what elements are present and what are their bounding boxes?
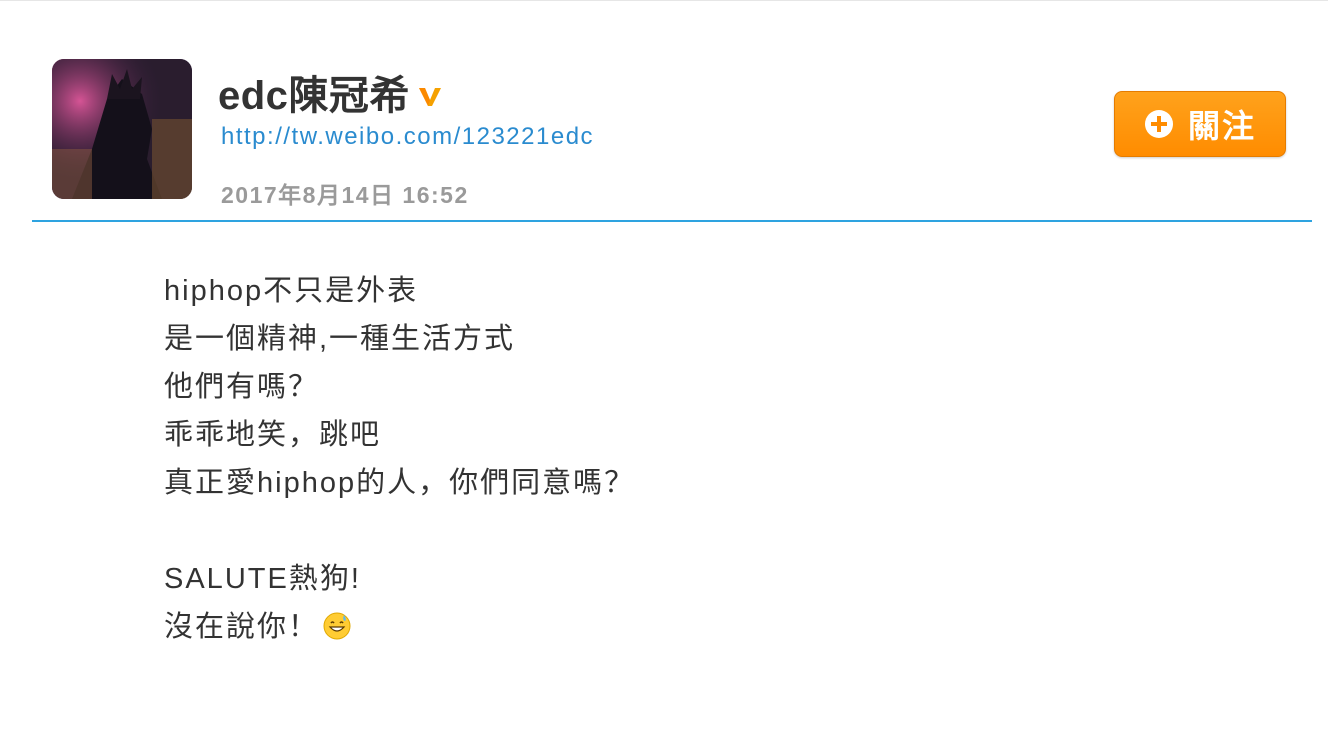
- verified-v-icon: [418, 88, 441, 106]
- plus-circle-icon: [1144, 110, 1173, 138]
- post-timestamp: 2017年8月14日 16:52: [221, 182, 469, 208]
- post-line: SALUTE熱狗!: [164, 563, 361, 595]
- profile-url-link[interactable]: http://tw.weibo.com/123221edc: [221, 123, 594, 151]
- user-name[interactable]: edc陳冠希: [218, 63, 410, 121]
- post-line-text: 沒在說你！: [164, 611, 320, 643]
- post-line: 是一個精神,一種生活方式: [164, 323, 516, 355]
- follow-button-label: 關注: [1187, 108, 1256, 144]
- avatar-image: [52, 59, 192, 199]
- weibo-post-card: edc陳冠希 http://tw.weibo.com/123221edc 201…: [0, 0, 1328, 740]
- avatar[interactable]: [52, 59, 192, 199]
- post-line: 乖乖地笑，跳吧: [164, 419, 382, 451]
- grinning-sweat-emoji-icon: [323, 612, 351, 640]
- post-line-last: 沒在說你！: [164, 603, 1264, 651]
- post-line: hiphop不只是外表: [164, 275, 419, 307]
- post-content: hiphop不只是外表 是一個精神,一種生活方式 他們有嗎？ 乖乖地笑，跳吧 真…: [164, 267, 1264, 651]
- name-row: edc陳冠希: [218, 67, 444, 118]
- follow-button[interactable]: 關注: [1114, 91, 1286, 157]
- post-line: 他們有嗎？: [164, 371, 320, 403]
- header-divider: [32, 220, 1312, 222]
- post-line: 真正愛hiphop的人，你們同意嗎？: [164, 467, 636, 499]
